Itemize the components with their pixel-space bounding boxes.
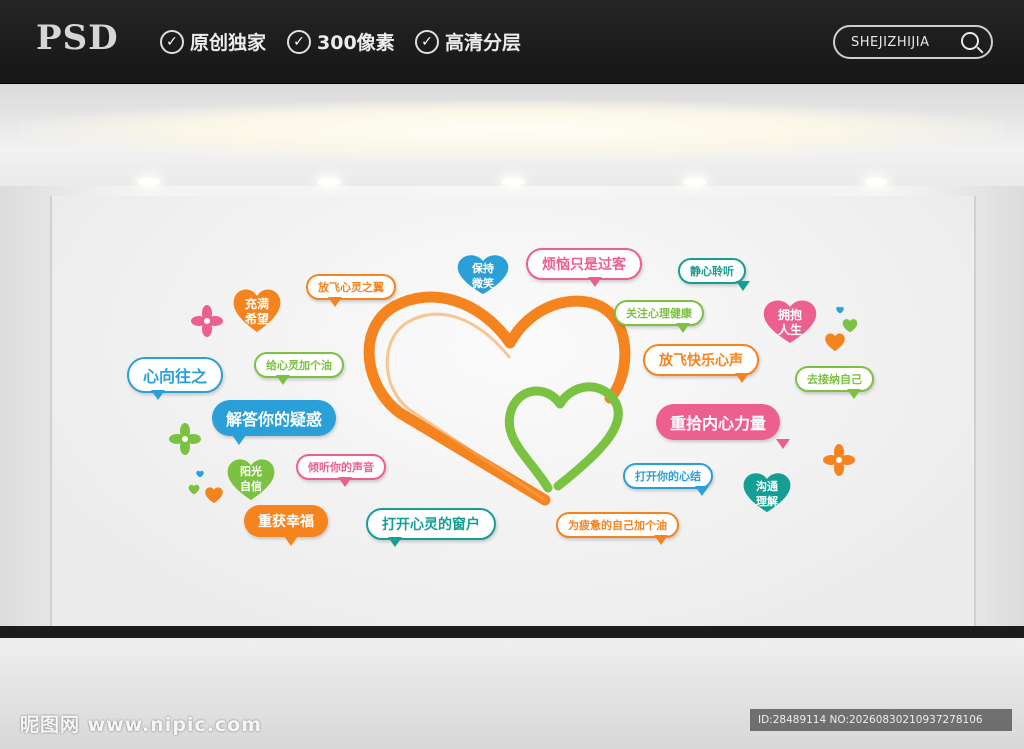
badge-layers: ✓ 高清分层 (415, 28, 521, 55)
heart-text: 充满 (244, 297, 269, 311)
bubble-text: 为疲惫的自己加个油 (568, 519, 667, 532)
bubble-text: 重拾内心力量 (670, 414, 767, 433)
bubble-text: 关注心理健康 (626, 307, 692, 320)
downlight (502, 178, 524, 186)
bubble-qingting: 倾听你的声音 (296, 454, 386, 487)
check-icon: ✓ (160, 29, 184, 54)
bubble-text: 打开你的心结 (635, 470, 701, 483)
bubble-fannao: 烦恼只是过客 (526, 248, 642, 287)
bubble-text: 烦恼只是过客 (542, 257, 626, 273)
bubble-fangfei-kuaile: 放飞快乐心声 (643, 344, 759, 383)
pink-clover-icon (191, 305, 223, 337)
green-heart-outline (504, 382, 623, 493)
orange-heart-inner (385, 312, 546, 502)
bubble-guanzhu: 关注心理健康 (614, 300, 704, 333)
downlight (138, 178, 160, 186)
heart-text: 希望 (244, 312, 269, 326)
badge-original: ✓ 原创独家 (160, 28, 266, 55)
small-heart-icon (205, 487, 223, 504)
check-icon: ✓ (287, 29, 311, 54)
search-label: SHEJIZHIJIA (851, 34, 930, 50)
bubble-jieda: 解答你的疑惑 (212, 400, 337, 445)
bubble-text: 给心灵加个油 (266, 359, 332, 372)
image-id-bar: ID:28489114 NO:20260830210937278106 (750, 709, 1012, 731)
small-heart-icon (836, 306, 844, 314)
bubble-text: 打开心灵的窗户 (382, 517, 480, 533)
bubble-text: 静心聆听 (690, 265, 734, 278)
search-box[interactable]: SHEJIZHIJIA (833, 25, 993, 59)
bubble-text: 放飞快乐心声 (659, 353, 743, 369)
bubble-chongshi-xingfu: 重获幸福 (244, 505, 328, 546)
small-heart-icon (825, 333, 845, 352)
orange-clover-icon (823, 444, 855, 476)
bubble-text: 解答你的疑惑 (226, 410, 323, 429)
bubble-dakai-xinjie: 打开你的心结 (623, 463, 713, 496)
heart-text: 自信 (240, 480, 262, 493)
badge-resolution: ✓ 300像素 (287, 28, 395, 55)
badge-label: 300像素 (317, 32, 395, 54)
heart-text: 微笑 (472, 277, 494, 290)
bubble-chongshi-liliang: 重拾内心力量 (656, 404, 791, 449)
bubble-gei-xinling: 给心灵加个油 (254, 352, 344, 385)
bubble-text: 心向往之 (143, 367, 208, 386)
bubble-text: 倾听你的声音 (308, 461, 374, 474)
bubble-text: 放飞心灵之翼 (318, 281, 384, 294)
bubble-dakai-chuanghu: 打开心灵的窗户 (366, 508, 496, 547)
small-heart-icon (842, 319, 858, 333)
small-heart-icon (196, 470, 204, 478)
watermark: 昵图网 www.nipic.com (20, 714, 263, 736)
bubble-jingxin: 静心聆听 (678, 258, 750, 291)
heart-text: 保持 (472, 262, 494, 275)
skirting-board (0, 626, 1024, 638)
bubble-text: 重获幸福 (258, 514, 314, 530)
heart-text: 阳光 (240, 465, 262, 478)
heart-chongman: 充满 希望 (232, 286, 282, 334)
downlight (684, 178, 706, 186)
ceiling-light-cove (20, 100, 1004, 160)
badge-label: 高清分层 (445, 32, 522, 54)
heart-text: 理解 (756, 495, 778, 508)
check-icon: ✓ (415, 29, 439, 54)
heart-text: 沟通 (756, 480, 778, 493)
downlight (318, 178, 340, 186)
heart-text: 拥抱 (777, 308, 802, 322)
heart-text: 人生 (777, 323, 802, 337)
heart-baochi: 保持 微笑 (456, 252, 510, 296)
bubble-xiang-wang: 心向往之 (127, 357, 224, 400)
green-clover-icon (169, 423, 201, 455)
psd-logo: PSD (36, 18, 119, 58)
downlight (865, 178, 887, 186)
heart-yongbao: 拥抱 人生 (762, 297, 818, 345)
top-banner: PSD ✓ 原创独家 ✓ 300像素 ✓ 高清分层 SHEJIZHIJIA (0, 0, 1024, 84)
bubble-pijuan: 为疲惫的自己加个油 (556, 512, 679, 545)
bubble-fangfei-xinling: 放飞心灵之翼 (306, 274, 396, 307)
bubble-text: 去接纳自己 (807, 373, 862, 386)
bubble-jienazi: 去接纳自己 (795, 366, 874, 399)
large-heart-graphic (363, 291, 631, 506)
image-id-text: ID:28489114 NO:20260830210937278106 (758, 714, 983, 726)
small-heart-icon (188, 484, 200, 495)
heart-goutong: 沟通 理解 (742, 470, 792, 514)
heart-yangguang: 阳光 自信 (226, 456, 276, 502)
search-icon[interactable] (961, 32, 979, 50)
badge-label: 原创独家 (190, 32, 267, 54)
